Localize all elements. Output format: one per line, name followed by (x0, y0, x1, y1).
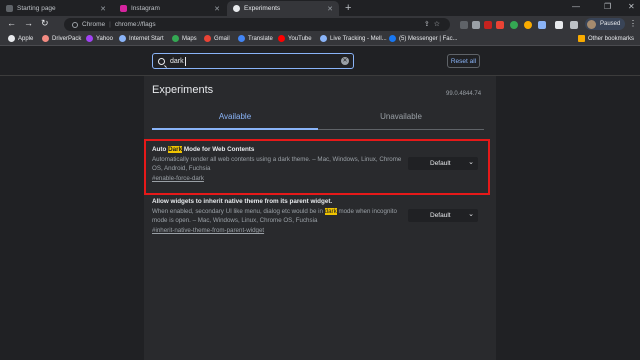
forward-button[interactable]: → (24, 18, 33, 28)
other-bookmarks[interactable]: Other bookmarks (578, 35, 634, 42)
experiment-select[interactable]: Default ⌄ (408, 209, 478, 222)
gmail-icon (204, 35, 211, 42)
tab-strip: Starting page ✕ Instagram ✕ Experiments … (0, 0, 640, 16)
close-icon[interactable]: ✕ (214, 5, 220, 13)
version-label: 99.0.4844.74 (446, 91, 482, 97)
bookmark-label: Live Tracking - Mell... (330, 35, 387, 42)
flags-page: dark ✕ Reset all Experiments 99.0.4844.7… (0, 46, 640, 360)
url-scheme: Chrome (82, 21, 106, 28)
instagram-icon (120, 5, 127, 12)
back-button[interactable]: ← (7, 18, 16, 28)
tracking-icon (320, 35, 327, 42)
url-separator: | (109, 21, 111, 28)
side-panel-icon[interactable] (570, 21, 578, 29)
extension-icon[interactable] (524, 21, 532, 29)
new-tab-button[interactable]: + (345, 2, 351, 14)
driverpack-icon (42, 35, 49, 42)
toolbar: ← → ↻ Chrome | chrome://flags ⇪☆ (0, 16, 640, 33)
site-info-icon[interactable] (72, 21, 78, 28)
bookmark-item[interactable]: Translate (238, 35, 273, 42)
search-highlight: dark (324, 208, 337, 215)
maps-icon (172, 35, 179, 42)
tab-instagram[interactable]: Instagram ✕ (114, 1, 226, 16)
url-text: chrome://flags (114, 21, 156, 28)
experiment-tabs: Available Unavailable (152, 110, 484, 130)
bookmark-label: (5) Messenger | Fac... (399, 35, 458, 42)
select-value: Default (430, 212, 451, 219)
translate-icon (238, 35, 245, 42)
bookmark-label: Other bookmarks (588, 35, 635, 42)
tab-experiments[interactable]: Experiments ✕ (227, 1, 339, 16)
clear-search-icon[interactable]: ✕ (341, 57, 349, 65)
experiment-link[interactable]: #inherit-native-theme-from-parent-widget (152, 227, 484, 234)
puzzle-icon[interactable] (555, 21, 563, 29)
page-title: Experiments (152, 84, 214, 96)
extension-icon[interactable] (472, 21, 480, 29)
tab-label: Instagram (131, 5, 160, 12)
tab-label: Starting page (17, 5, 56, 12)
reload-button[interactable]: ↻ (41, 18, 49, 29)
experiment-description: When enabled, secondary UI like menu, di… (152, 208, 402, 225)
experiment-name: Allow widgets to inherit native theme fr… (152, 198, 333, 205)
tab-label: Experiments (244, 5, 281, 12)
bookmark-item[interactable]: DriverPack (42, 35, 81, 42)
extension-icon[interactable] (496, 21, 504, 29)
page-icon (6, 5, 13, 12)
bookmark-item[interactable]: Apple (8, 35, 33, 42)
bookmark-item[interactable]: Maps (172, 35, 197, 42)
extension-icon[interactable] (510, 21, 518, 29)
bookmark-label: Yahoo (96, 35, 113, 42)
bookmark-label: YouTube (288, 35, 312, 42)
bookmark-label: DriverPack (52, 35, 82, 42)
extension-icon[interactable] (460, 21, 468, 29)
reset-all-button[interactable]: Reset all (447, 54, 480, 68)
tab-available[interactable]: Available (152, 110, 318, 130)
bookmark-item[interactable]: Live Tracking - Mell... (320, 35, 387, 42)
search-icon (158, 57, 165, 65)
globe-icon (119, 35, 126, 42)
bookmarks-bar: Apple DriverPack Yahoo Internet Start Ma… (0, 33, 640, 46)
bookmark-label: Apple (18, 35, 34, 42)
menu-icon[interactable]: ⋮ (629, 19, 637, 28)
avatar (587, 19, 596, 29)
experiment-item: Allow widgets to inherit native theme fr… (152, 198, 484, 234)
bookmark-item[interactable]: Gmail (204, 35, 230, 42)
bookmark-label: Gmail (214, 35, 230, 42)
folder-icon (578, 35, 585, 42)
flask-icon (233, 5, 240, 12)
close-window-button[interactable]: ✕ (628, 2, 635, 11)
highlight-annotation-box (144, 139, 490, 195)
close-icon[interactable]: ✕ (100, 5, 106, 13)
bookmark-label: Maps (182, 35, 197, 42)
minimize-button[interactable]: ― (572, 2, 580, 11)
bookmark-item[interactable]: YouTube (278, 35, 312, 42)
chevron-down-icon: ⌄ (468, 211, 474, 218)
bookmark-item[interactable]: (5) Messenger | Fac... (389, 35, 458, 42)
messenger-icon (389, 35, 396, 42)
bookmark-label: Internet Start (129, 35, 164, 42)
extension-icon[interactable] (484, 21, 492, 29)
search-input[interactable]: dark ✕ (152, 53, 354, 69)
bookmark-item[interactable]: Yahoo (86, 35, 113, 42)
yahoo-icon (86, 35, 93, 42)
search-value: dark (170, 57, 184, 65)
close-icon[interactable]: ✕ (327, 5, 333, 13)
desc-text: When enabled, secondary UI like menu, di… (152, 208, 325, 215)
maximize-button[interactable]: ❐ (604, 2, 611, 11)
address-bar[interactable]: Chrome | chrome://flags ⇪☆ (64, 18, 450, 31)
text-caret (184, 56, 186, 66)
share-icon[interactable]: ⇪☆ (424, 20, 444, 28)
profile-label: Paused (600, 21, 621, 27)
apple-icon (8, 35, 15, 42)
youtube-icon (278, 35, 285, 42)
tab-unavailable[interactable]: Unavailable (318, 110, 484, 130)
tab-starting-page[interactable]: Starting page ✕ (0, 1, 112, 16)
bookmark-item[interactable]: Internet Start (119, 35, 164, 42)
extension-icon[interactable] (538, 21, 546, 29)
bookmark-label: Translate (248, 35, 273, 42)
profile-button[interactable]: Paused (585, 18, 625, 30)
